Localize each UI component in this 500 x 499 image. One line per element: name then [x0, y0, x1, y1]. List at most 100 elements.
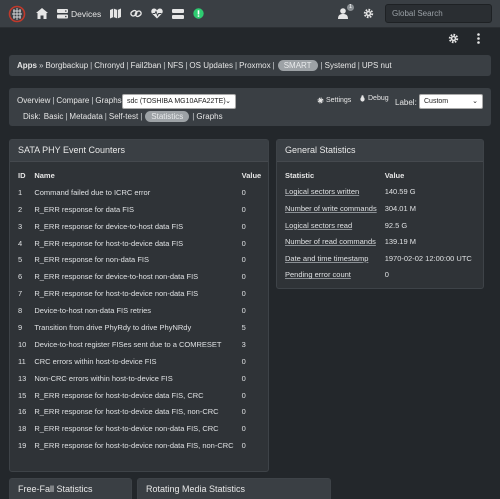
- breadcrumb: Apps » Borgbackup | Chronyd | Fail2ban | NF…: [9, 55, 491, 76]
- app-link-fail2ban[interactable]: Fail2ban: [131, 61, 162, 70]
- more-options-icon[interactable]: [477, 33, 480, 46]
- stat-name-link[interactable]: Number of read commands: [285, 237, 376, 246]
- disk-tab-statistics-active[interactable]: Statistics: [145, 111, 190, 122]
- app-link-os-updates[interactable]: OS Updates: [189, 61, 233, 70]
- status-ok-icon[interactable]: [193, 8, 204, 19]
- event-id-cell: 10: [18, 339, 27, 349]
- settings-gear-icon[interactable]: [363, 8, 374, 19]
- label-chevron-down-icon: ⌄: [472, 98, 478, 105]
- heartbeat-icon[interactable]: [151, 8, 163, 19]
- event-id-cell: 7: [18, 289, 23, 299]
- table-row: 7 R_ERR response for host-to-device non-d…: [10, 285, 268, 302]
- stat-name-link[interactable]: Logical sectors read: [285, 221, 352, 230]
- event-name-cell: Device-to-host register FISes sent due t…: [34, 339, 222, 349]
- stat-value-cell: 140.59 G: [384, 187, 416, 197]
- table-row: Logical sectors read 92.5 G: [277, 217, 483, 234]
- global-search-input[interactable]: Global Search: [385, 4, 492, 23]
- col-stat-value: Value: [384, 170, 405, 180]
- toggle-panel-icon[interactable]: [172, 8, 185, 19]
- table-row: Logical sectors written 140.59 G: [277, 184, 483, 201]
- view-graphs-link[interactable]: Graphs: [95, 96, 121, 105]
- app-link-ups-nut[interactable]: UPS nut: [362, 61, 392, 70]
- stat-name-cell: Logical sectors read: [277, 217, 377, 234]
- app-link-systemd[interactable]: Systemd: [325, 61, 356, 70]
- label-select[interactable]: Custom ⌄: [419, 94, 483, 109]
- event-name-cell: R_ERR response for device-to-host data F…: [34, 221, 184, 231]
- page-settings-gear-icon[interactable]: [448, 33, 459, 46]
- server-icon: [57, 8, 68, 18]
- view-overview-link[interactable]: Overview: [17, 96, 50, 105]
- sata-phy-card: SATA PHY Event Counters ID Name Value 1 C…: [9, 139, 269, 472]
- event-name-cell: R_ERR response for host-to-device non-da…: [34, 289, 199, 299]
- app-link-nfs[interactable]: NFS: [167, 61, 183, 70]
- map-icon[interactable]: [110, 8, 122, 19]
- app-link-chronyd[interactable]: Chronyd: [94, 61, 124, 70]
- event-value-cell: 0: [241, 356, 246, 366]
- gear-icon: [317, 97, 324, 104]
- home-icon[interactable]: [36, 8, 48, 19]
- link-icon[interactable]: [130, 8, 143, 19]
- event-value-cell: 0: [241, 441, 246, 451]
- event-id-cell: 9: [18, 322, 23, 332]
- event-id-cell: 19: [18, 441, 27, 451]
- view-compare-link[interactable]: Compare: [56, 96, 89, 105]
- event-name-cell: R_ERR response for host-to-device non-da…: [34, 441, 234, 451]
- debug-button[interactable]: Debug: [359, 95, 389, 102]
- event-value-cell: 0: [241, 373, 246, 383]
- event-id-cell: 8: [18, 306, 23, 316]
- event-value-cell: 0: [241, 289, 246, 299]
- event-id-cell: 15: [18, 390, 27, 400]
- stat-value-cell: 0: [384, 270, 389, 280]
- settings-button[interactable]: Settings: [317, 97, 351, 104]
- event-value-cell: 0: [241, 187, 246, 197]
- stat-name-link[interactable]: Date and time timestamp: [285, 254, 368, 263]
- table-row: 8 Device-to-host non-data FIS retries 0: [10, 302, 268, 319]
- event-id-cell: 5: [18, 255, 23, 265]
- stat-name-link[interactable]: Logical sectors written: [285, 187, 359, 196]
- stat-name-link[interactable]: Number of write commands: [285, 204, 377, 213]
- disk-tab-self-test[interactable]: Self-test: [109, 112, 138, 121]
- disk-tab-metadata[interactable]: Metadata: [69, 112, 102, 121]
- stat-value-cell: 1970-02-02 12:00:00 UTC: [384, 253, 472, 263]
- event-id-cell: 2: [18, 204, 23, 214]
- nav-devices[interactable]: Devices: [57, 8, 101, 19]
- table-row: Number of write commands 304.01 M: [277, 200, 483, 217]
- event-name-cell: Transition from drive PhyRdy to drive Ph…: [34, 322, 192, 332]
- table-row: 5 R_ERR response for non-data FIS 0: [10, 251, 268, 268]
- stat-name-link[interactable]: Pending error count: [285, 270, 351, 279]
- notification-count-badge: 1: [347, 4, 355, 11]
- device-select-value: sdc (TOSHIBA MG10AFA22TE): [127, 98, 226, 105]
- breadcrumb-arrow: »: [39, 61, 44, 70]
- bug-icon: [360, 95, 365, 102]
- stat-name-cell: Number of write commands: [277, 200, 377, 217]
- app-link-smart-active[interactable]: SMART: [277, 60, 318, 71]
- disk-tab-graphs[interactable]: Graphs: [196, 112, 222, 121]
- settings-button-label: Settings: [326, 97, 352, 104]
- stat-value-cell: 139.19 M: [384, 237, 416, 247]
- table-row: 4 R_ERR response for host-to-device data …: [10, 235, 268, 252]
- stat-name-cell: Number of read commands: [277, 233, 377, 250]
- breadcrumb-apps[interactable]: Apps: [17, 61, 37, 70]
- event-value-cell: 0: [241, 306, 246, 316]
- device-select[interactable]: sdc (TOSHIBA MG10AFA22TE) ⌄: [122, 94, 236, 109]
- disk-tab-basic[interactable]: Basic: [44, 112, 64, 121]
- table-row: 9 Transition from drive PhyRdy to drive P…: [10, 319, 268, 336]
- event-name-cell: R_ERR response for host-to-device data F…: [34, 390, 204, 400]
- rotating-media-card: Rotating Media Statistics: [137, 478, 331, 499]
- brand-logo-icon[interactable]: [7, 4, 27, 24]
- event-name-cell: R_ERR response for device-to-host non-da…: [34, 272, 199, 282]
- event-id-cell: 11: [18, 356, 26, 366]
- app-link-borgbackup[interactable]: Borgbackup: [45, 61, 88, 70]
- app-link-proxmox[interactable]: Proxmox: [239, 61, 271, 70]
- rotating-media-title: Rotating Media Statistics: [138, 479, 330, 499]
- col-id: ID: [18, 170, 26, 180]
- event-value-cell: 0: [241, 390, 246, 400]
- view-links: Overview | Compare | Graphs: [17, 96, 122, 105]
- table-row: Number of read commands 139.19 M: [277, 233, 483, 250]
- stat-name-cell: Pending error count: [277, 267, 377, 284]
- general-stats-card: General Statistics Statistic Value Logic…: [276, 139, 484, 289]
- sata-phy-title: SATA PHY Event Counters: [10, 140, 268, 162]
- event-name-cell: Command failed due to ICRC error: [34, 187, 151, 197]
- stat-value-cell: 304.01 M: [384, 203, 416, 213]
- table-row: 10 Device-to-host register FISes sent due…: [10, 336, 268, 353]
